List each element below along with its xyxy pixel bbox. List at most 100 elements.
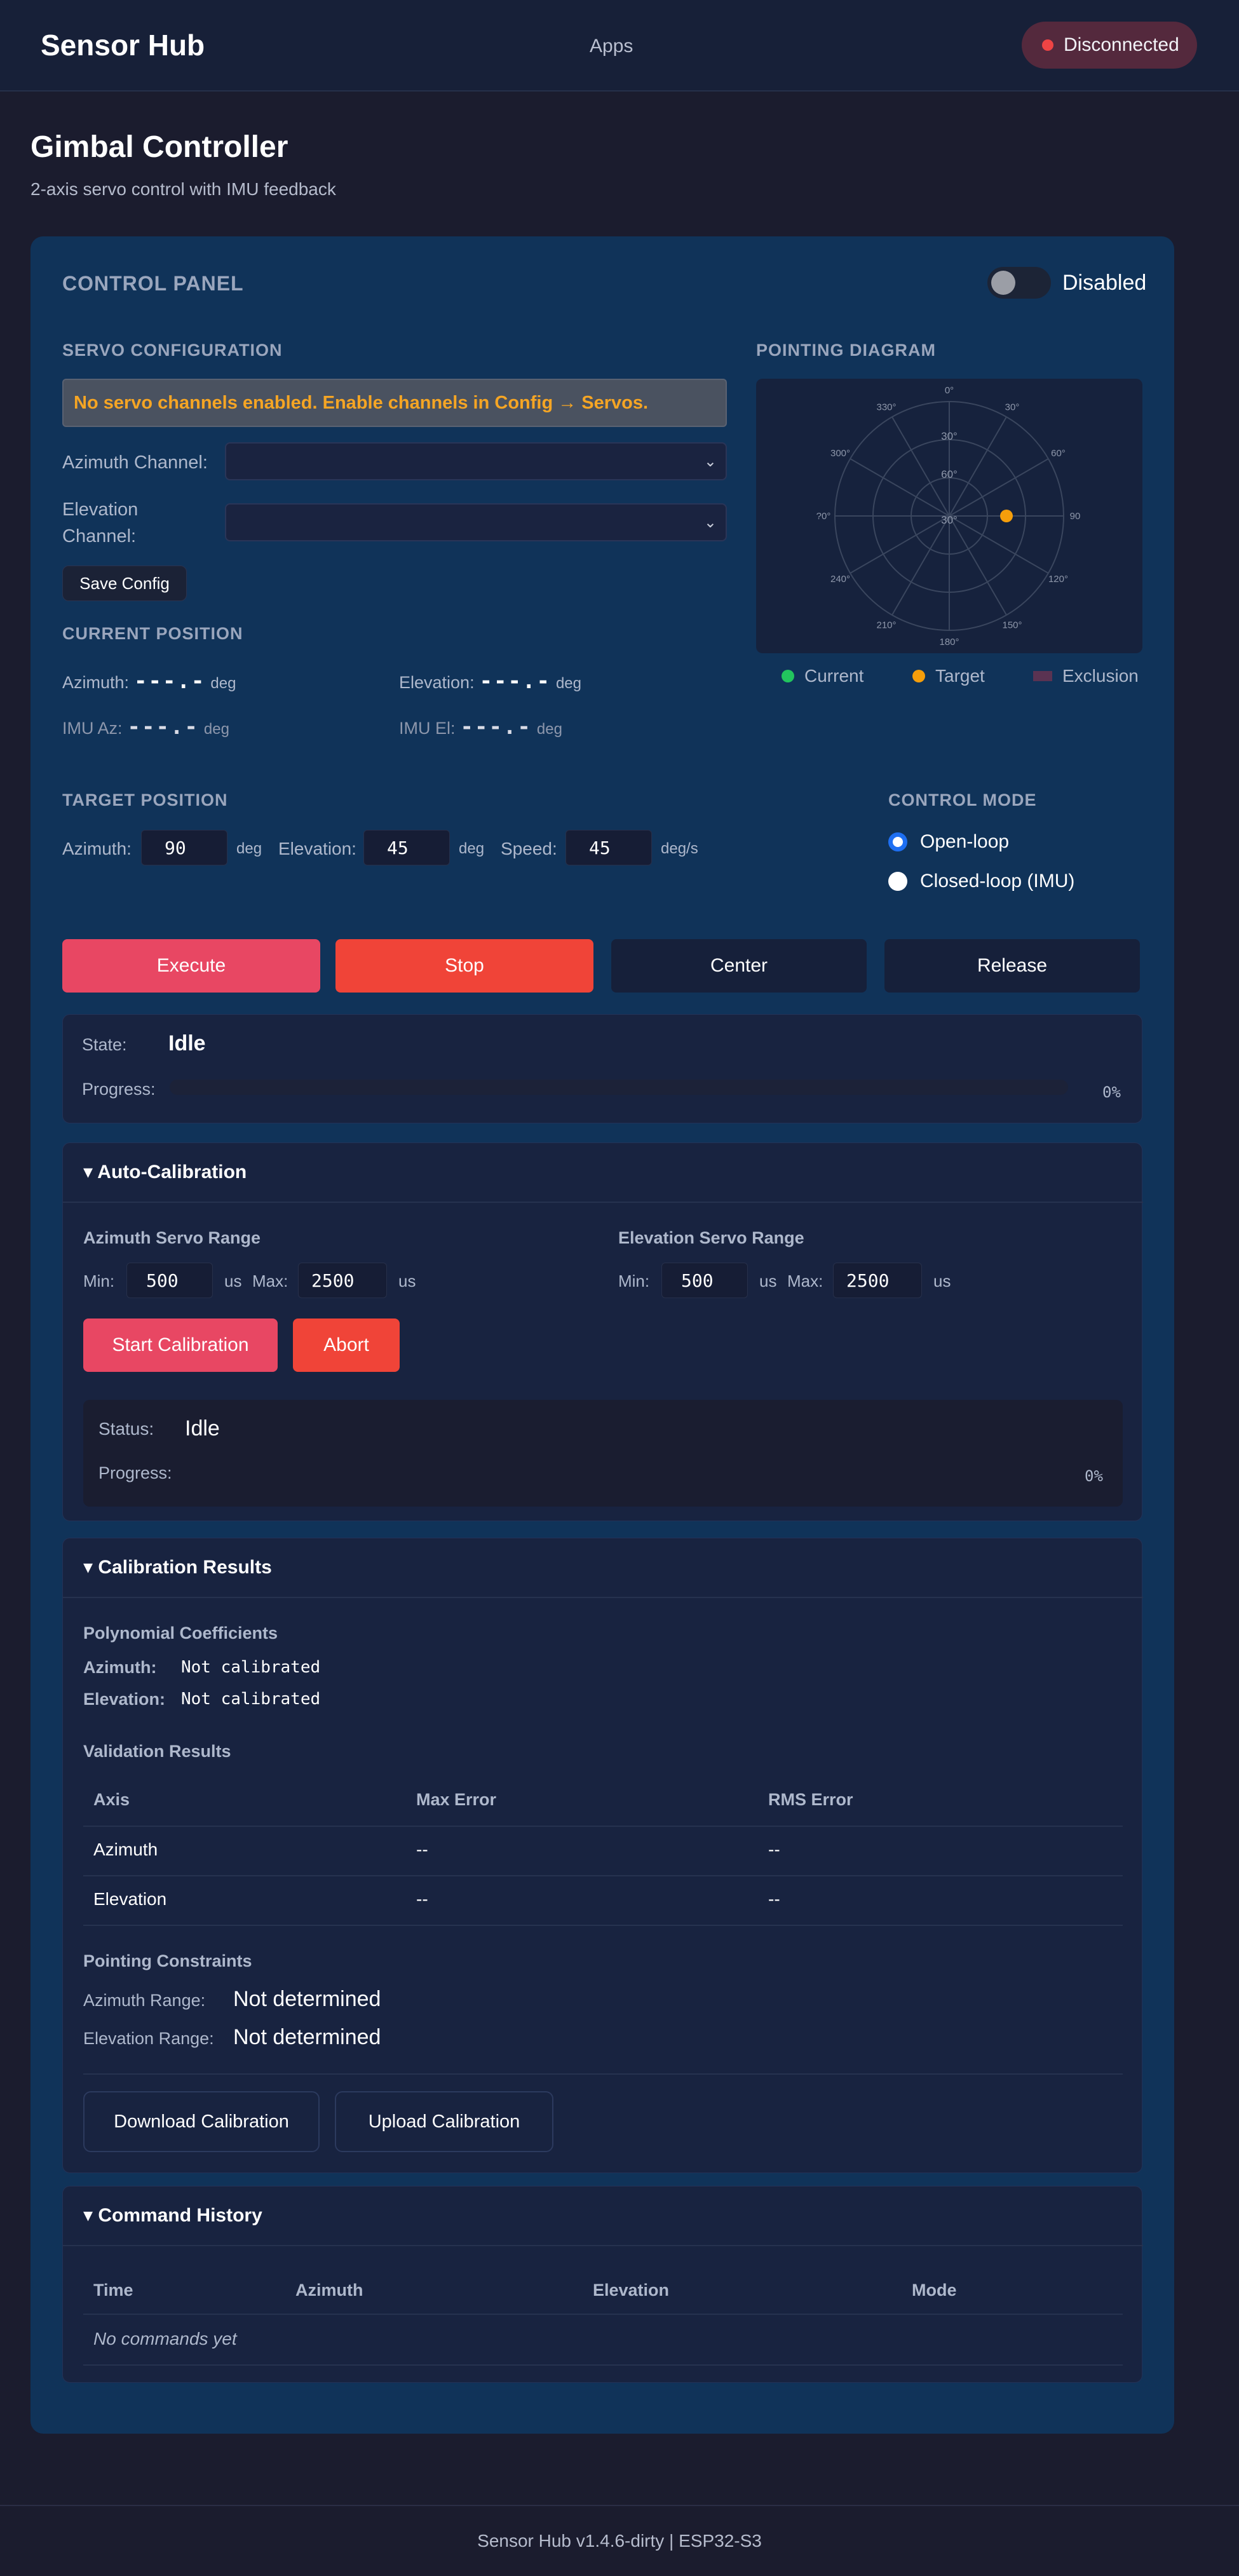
page-title: Gimbal Controller <box>30 130 288 164</box>
divider <box>83 1875 1123 1876</box>
el-min-label: Min: <box>618 1271 650 1291</box>
exclusion-swatch-icon <box>1033 671 1052 681</box>
azimuth-label-210: 210° <box>876 620 896 630</box>
calibration-progress-label: Progress: <box>98 1463 172 1482</box>
el-max-input[interactable]: 2500 <box>833 1263 922 1298</box>
legend-exclusion-label: Exclusion <box>1062 666 1139 686</box>
calibration-results-toggle[interactable]: ▾ Calibration Results <box>83 1556 272 1578</box>
elevation-label-center: 30° <box>941 514 958 526</box>
el-range-value: Not determined <box>233 2025 381 2049</box>
el-min-unit: us <box>759 1271 777 1291</box>
divider <box>83 2073 1123 2075</box>
azimuth-label-120: 120° <box>1048 574 1068 585</box>
target-elevation-unit: deg <box>459 840 485 857</box>
azimuth-channel-label: Azimuth Channel: <box>62 452 208 473</box>
table-row-elevation-max: -- <box>416 1889 428 1909</box>
divider <box>83 2364 1123 2366</box>
abort-calibration-button[interactable]: Abort <box>293 1319 400 1372</box>
radio-selected-icon[interactable] <box>888 832 907 851</box>
upload-calibration-button[interactable]: Upload Calibration <box>335 2091 553 2152</box>
azimuth-label-240: 240° <box>830 574 850 585</box>
speed-label: Speed: <box>501 839 557 858</box>
current-dot-icon <box>782 670 794 682</box>
nav-apps-link[interactable]: Apps <box>590 36 633 57</box>
target-azimuth-input[interactable]: 90 <box>141 830 227 865</box>
legend-target-label: Target <box>935 666 985 686</box>
mode-open-loop[interactable]: Open-loop <box>888 831 1009 853</box>
azimuth-value: ---.- <box>134 668 206 694</box>
start-calibration-button[interactable]: Start Calibration <box>83 1319 278 1372</box>
elevation-channel-select[interactable]: ⌄ <box>225 503 727 541</box>
execute-button[interactable]: Execute <box>62 939 320 993</box>
empty-history-message: No commands yet <box>93 2329 237 2349</box>
stop-button[interactable]: Stop <box>335 939 593 993</box>
azimuth-label-330: 330° <box>876 402 896 413</box>
target-elevation-input[interactable]: 45 <box>363 830 450 865</box>
auto-calibration-card: ▾ Auto-Calibration Azimuth Servo Range M… <box>62 1142 1143 1521</box>
azimuth-label-90: 90 <box>1070 511 1081 522</box>
imu-az-label: IMU Az: <box>62 719 123 738</box>
auto-calibration-toggle[interactable]: ▾ Auto-Calibration <box>83 1161 247 1183</box>
legend-current-label: Current <box>804 666 864 686</box>
center-button[interactable]: Center <box>611 939 867 993</box>
azimuth-label-150: 150° <box>1002 620 1022 630</box>
el-min-input[interactable]: 500 <box>661 1263 748 1298</box>
mode-open-loop-label: Open-loop <box>920 831 1010 852</box>
target-position-title: TARGET POSITION <box>62 790 228 810</box>
imu-azimuth: IMU Az: ---.- deg <box>62 714 229 740</box>
azimuth-spoke <box>850 458 950 517</box>
current-azimuth: Azimuth: ---.- deg <box>62 668 236 694</box>
azimuth-channel-select[interactable]: ⌄ <box>225 442 727 480</box>
el-range-title: Elevation Servo Range <box>618 1228 804 1247</box>
az-range-value: Not determined <box>233 1987 381 2011</box>
target-azimuth-unit: deg <box>236 840 262 857</box>
azimuth-unit: deg <box>210 675 236 692</box>
divider <box>63 2245 1143 2246</box>
poly-az-value: Not calibrated <box>181 1658 321 1677</box>
release-button[interactable]: Release <box>884 939 1140 993</box>
mode-closed-loop[interactable]: Closed-loop (IMU) <box>888 871 1074 892</box>
azimuth-label-60: 60° <box>1051 448 1066 459</box>
connection-status-badge: Disconnected <box>1022 22 1197 69</box>
enable-toggle[interactable] <box>987 267 1051 299</box>
el-max-unit: us <box>933 1271 951 1291</box>
download-calibration-button[interactable]: Download Calibration <box>83 2091 320 2152</box>
state-progress-label: Progress: <box>82 1080 156 1099</box>
poly-el-label: Elevation: <box>83 1690 166 1709</box>
col-axis: Axis <box>93 1790 130 1809</box>
radio-unselected-icon[interactable] <box>888 872 907 891</box>
el-max-label: Max: <box>787 1271 823 1291</box>
footer: Sensor Hub v1.4.6-dirty | ESP32-S3 <box>0 2505 1239 2576</box>
calibration-results-card: ▾ Calibration Results Polynomial Coeffic… <box>62 1538 1143 2173</box>
page-subtitle: 2-axis servo control with IMU feedback <box>30 179 336 199</box>
azimuth-label-30: 30° <box>1005 402 1020 413</box>
speed-input[interactable]: 45 <box>565 830 652 865</box>
azimuth-spoke <box>949 515 1049 574</box>
target-marker <box>1000 510 1013 522</box>
brand-title[interactable]: Sensor Hub <box>41 28 205 62</box>
az-range-label: Azimuth Range: <box>83 1991 206 2010</box>
command-history-toggle[interactable]: ▾ Command History <box>83 2204 262 2227</box>
divider <box>63 1597 1143 1598</box>
legend-target: Target <box>912 666 985 686</box>
elevation-unit: deg <box>555 675 581 692</box>
poly-coefficients-title: Polynomial Coefficients <box>83 1624 278 1643</box>
divider <box>83 2314 1123 2315</box>
state-card: State: Idle Progress: 0% <box>62 1014 1142 1123</box>
az-range-title: Azimuth Servo Range <box>83 1228 261 1247</box>
toggle-knob <box>991 271 1015 295</box>
table-row-azimuth-max: -- <box>416 1840 428 1859</box>
current-position-title: CURRENT POSITION <box>62 624 243 643</box>
az-min-input[interactable]: 500 <box>126 1263 213 1298</box>
divider <box>63 1202 1143 1203</box>
connection-status-label: Disconnected <box>1064 34 1179 55</box>
pointing-constraints-title: Pointing Constraints <box>83 1951 252 1970</box>
divider <box>83 1826 1123 1827</box>
elevation-value: ---.- <box>479 668 551 694</box>
az-max-unit: us <box>398 1271 416 1291</box>
save-config-button[interactable]: Save Config <box>62 566 187 601</box>
target-elevation-label: Elevation: <box>278 839 356 858</box>
table-row-azimuth-axis: Azimuth <box>93 1840 158 1859</box>
state-label: State: <box>82 1035 127 1054</box>
az-max-input[interactable]: 2500 <box>298 1263 387 1298</box>
